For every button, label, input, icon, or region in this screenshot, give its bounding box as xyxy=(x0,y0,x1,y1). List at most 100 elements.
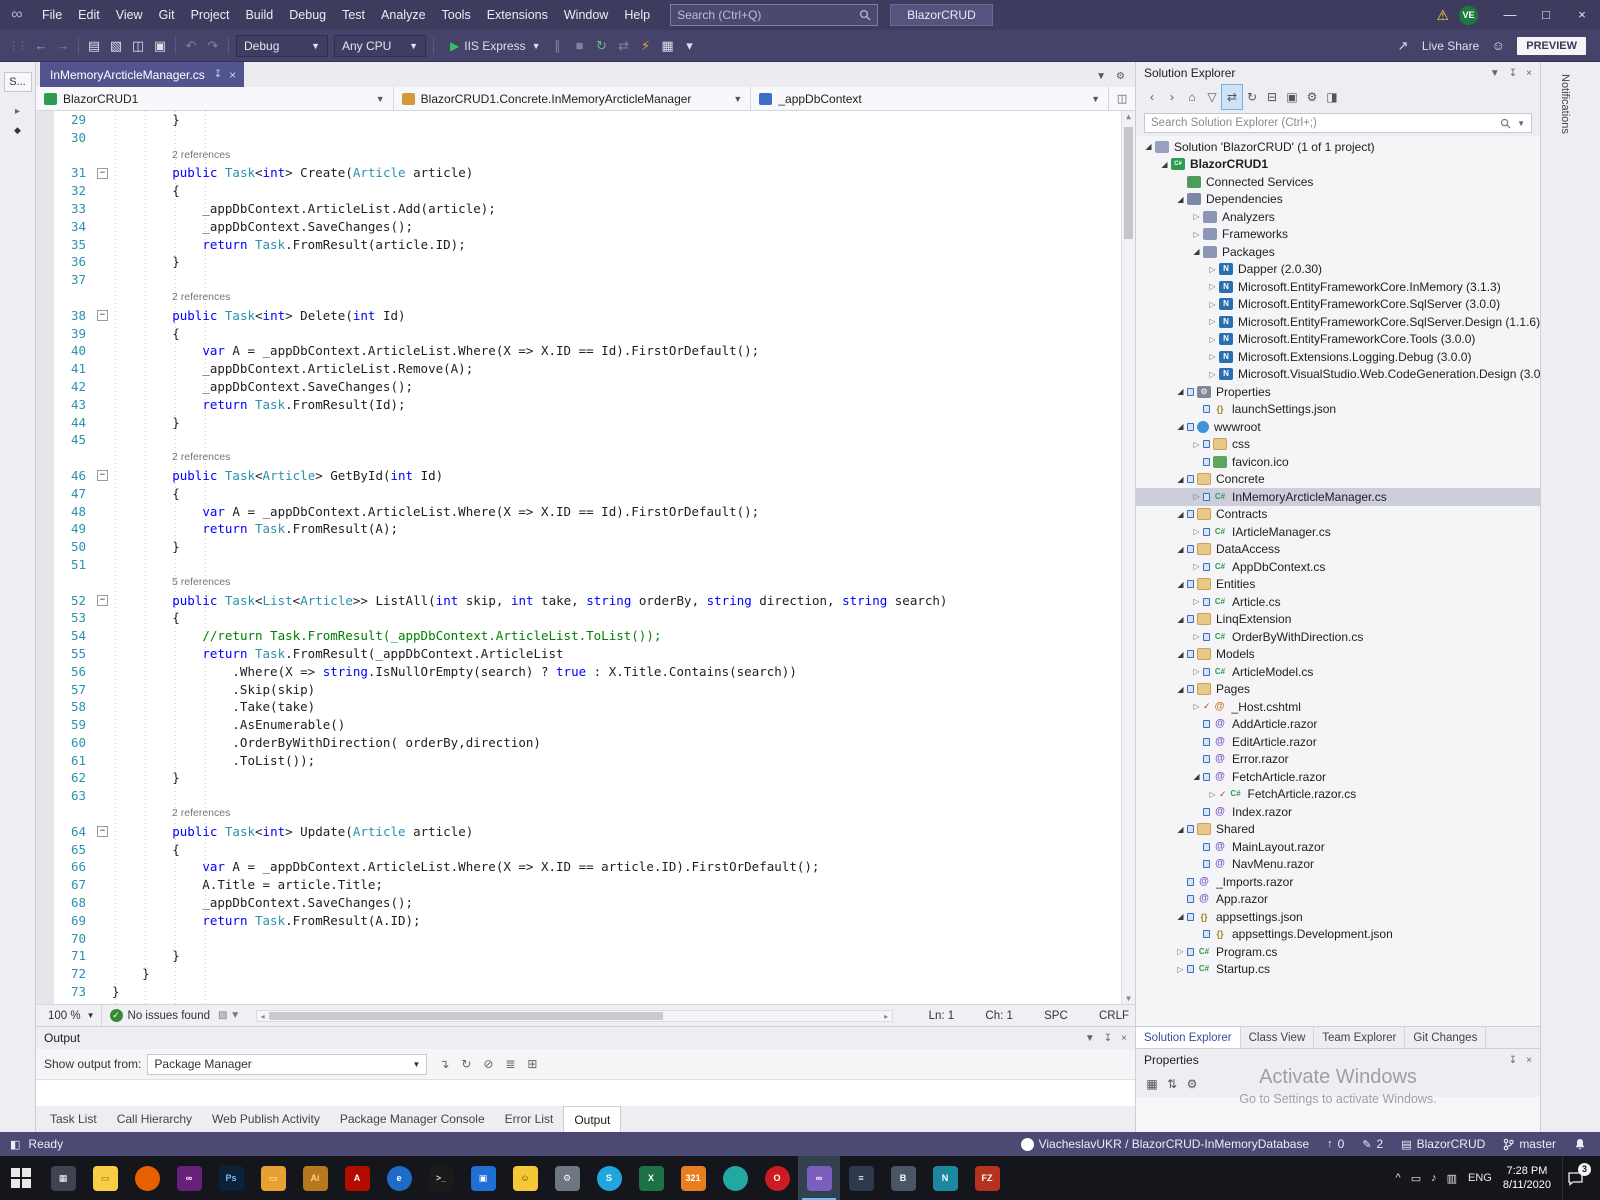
breakpoint-gutter[interactable] xyxy=(36,325,54,343)
tree-item[interactable]: Error.razor xyxy=(1136,751,1540,769)
breakpoint-gutter[interactable] xyxy=(36,253,54,271)
preview-selected-icon[interactable]: ◨ xyxy=(1322,85,1342,109)
clear-all-icon[interactable]: ⊘ xyxy=(477,1052,499,1076)
code-line[interactable]: 40 var A = _appDbContext.ArticleList.Whe… xyxy=(36,342,1135,360)
code-line[interactable]: 41 _appDbContext.ArticleList.Remove(A); xyxy=(36,360,1135,378)
breakpoint-gutter[interactable] xyxy=(36,236,54,254)
breakpoint-gutter[interactable] xyxy=(36,556,54,574)
tree-item[interactable]: ▷ InMemoryArcticleManager.cs xyxy=(1136,488,1540,506)
code-line[interactable]: 69 return Task.FromResult(A.ID); xyxy=(36,912,1135,930)
pin-tab-icon[interactable]: ↧ xyxy=(214,69,222,80)
user-avatar[interactable]: VE xyxy=(1459,5,1478,25)
code-line[interactable]: 60 .OrderByWithDirection( orderBy,direct… xyxy=(36,734,1135,752)
collapse-arrow-icon[interactable]: ◢ xyxy=(1174,650,1187,659)
tray-network-icon[interactable]: ▥ xyxy=(1447,1172,1457,1185)
taskbar-terminal[interactable]: >_ xyxy=(420,1156,462,1200)
chevron-down-icon[interactable]: ▼ xyxy=(1517,119,1525,128)
solution-configuration-dropdown[interactable]: Debug ▼ xyxy=(236,34,328,57)
breakpoint-gutter[interactable] xyxy=(36,627,54,645)
se-tab-git-changes[interactable]: Git Changes xyxy=(1405,1027,1487,1048)
open-file-icon[interactable]: ▧ xyxy=(105,34,127,58)
breakpoint-gutter[interactable] xyxy=(36,271,54,289)
menu-window[interactable]: Window xyxy=(556,0,616,30)
code-line[interactable]: 44 } xyxy=(36,414,1135,432)
pending-changes[interactable]: ✎ 2 xyxy=(1362,1137,1383,1151)
repo-indicator[interactable]: ViacheslavUKR / BlazorCRUD-InMemoryDatab… xyxy=(1020,1137,1309,1151)
split-editor-icon[interactable]: ◫ xyxy=(1109,87,1135,110)
expand-arrow-icon[interactable]: ▷ xyxy=(1174,965,1187,974)
editor-tab[interactable]: InMemoryArcticleManager.cs ↧ × xyxy=(40,62,245,87)
live-share-icon[interactable]: ↗ xyxy=(1392,34,1414,58)
breakpoint-gutter[interactable] xyxy=(36,111,54,129)
taskbar-opera[interactable]: O xyxy=(756,1156,798,1200)
panel-tab-web-publish-activity[interactable]: Web Publish Activity xyxy=(202,1106,330,1132)
breakpoint-gutter[interactable] xyxy=(36,698,54,716)
scrollbar-thumb[interactable] xyxy=(269,1011,663,1020)
taskbar-task-view[interactable]: ▦ xyxy=(42,1156,84,1200)
code-line[interactable]: 55 return Task.FromResult(_appDbContext.… xyxy=(36,645,1135,663)
collapsed-panel-arrow-icon[interactable]: ▸ xyxy=(15,106,20,117)
action-center[interactable]: 3 xyxy=(1562,1156,1596,1200)
taskbar-nuget[interactable]: N xyxy=(924,1156,966,1200)
tree-item[interactable]: ◢ DataAccess xyxy=(1136,541,1540,559)
tree-item[interactable]: App.razor xyxy=(1136,891,1540,909)
tray-display-icon[interactable]: ▭ xyxy=(1411,1172,1421,1185)
breakpoint-gutter[interactable] xyxy=(36,538,54,556)
code-line[interactable]: 43 return Task.FromResult(Id); xyxy=(36,396,1135,414)
code-line[interactable]: 37 xyxy=(36,271,1135,289)
code-line[interactable]: 36 } xyxy=(36,253,1135,271)
panel-tab-error-list[interactable]: Error List xyxy=(495,1106,564,1132)
breakpoint-gutter[interactable] xyxy=(36,823,54,841)
code-line[interactable]: 29 } xyxy=(36,111,1135,129)
output-content[interactable] xyxy=(36,1079,1135,1106)
close-panel-icon[interactable]: × xyxy=(1121,1033,1127,1044)
tree-item[interactable]: ▷ Microsoft.VisualStudio.Web.CodeGenerati… xyxy=(1136,366,1540,384)
taskbar-edge-browser[interactable]: e xyxy=(378,1156,420,1200)
expand-arrow-icon[interactable]: ▷ xyxy=(1206,300,1219,309)
taskbar-blazor-crud-app[interactable]: B xyxy=(882,1156,924,1200)
alert-icon[interactable]: ⚠ xyxy=(1436,7,1449,24)
taskbar-start[interactable] xyxy=(0,1156,42,1200)
tree-item[interactable]: ◢ Solution 'BlazorCRUD' (1 of 1 project) xyxy=(1136,138,1540,156)
collapse-arrow-icon[interactable]: ◢ xyxy=(1158,160,1171,169)
tree-item[interactable]: EditArticle.razor xyxy=(1136,733,1540,751)
breakpoint-gutter[interactable] xyxy=(36,787,54,805)
tree-item[interactable]: ▷ OrderByWithDirection.cs xyxy=(1136,628,1540,646)
property-pages-icon[interactable]: ⚙ xyxy=(1182,1072,1202,1096)
se-forward-icon[interactable]: › xyxy=(1162,85,1182,109)
solution-explorer-search[interactable]: Search Solution Explorer (Ctrl+;) ▼ xyxy=(1136,110,1540,136)
code-line[interactable]: 51 xyxy=(36,556,1135,574)
code-line[interactable]: 42 _appDbContext.SaveChanges(); xyxy=(36,378,1135,396)
tree-item[interactable]: ▷ Microsoft.EntityFrameworkCore.SqlServer… xyxy=(1136,296,1540,314)
breakpoint-gutter[interactable] xyxy=(36,858,54,876)
show-all-files-icon[interactable]: ▣ xyxy=(1282,85,1302,109)
outgoing-commits[interactable]: ↑ 0 xyxy=(1327,1137,1344,1151)
code-line[interactable]: 39 { xyxy=(36,325,1135,343)
tree-item[interactable]: ◢ Contracts xyxy=(1136,506,1540,524)
taskbar-notepad[interactable]: ≡ xyxy=(840,1156,882,1200)
collapse-arrow-icon[interactable]: ◢ xyxy=(1174,685,1187,694)
code-line[interactable]: 70 xyxy=(36,930,1135,948)
collapse-arrow-icon[interactable]: ◢ xyxy=(1174,510,1187,519)
taskbar-firefox[interactable] xyxy=(126,1156,168,1200)
se-tab-class-view[interactable]: Class View xyxy=(1241,1027,1315,1048)
tree-item[interactable]: ▷ Frameworks xyxy=(1136,226,1540,244)
tree-item[interactable]: ▷✓ FetchArticle.razor.cs xyxy=(1136,786,1540,804)
taskbar-photoshop[interactable]: Ps xyxy=(210,1156,252,1200)
tree-item[interactable]: ▷ Analyzers xyxy=(1136,208,1540,226)
tree-item[interactable]: ◢ FetchArticle.razor xyxy=(1136,768,1540,786)
quick-search-input[interactable]: Search (Ctrl+Q) xyxy=(670,4,879,26)
save-icon[interactable]: ◫ xyxy=(127,34,149,58)
tree-item[interactable]: ▷ Startup.cs xyxy=(1136,961,1540,979)
eol-indicator[interactable]: CRLF xyxy=(1099,1010,1129,1022)
collapse-arrow-icon[interactable]: ◢ xyxy=(1174,387,1187,396)
expand-arrow-icon[interactable]: ▷ xyxy=(1206,335,1219,344)
collapse-arrow-icon[interactable]: ◢ xyxy=(1174,580,1187,589)
space-indicator[interactable]: SPC xyxy=(1044,1010,1068,1022)
scroll-up-icon[interactable]: ▲ xyxy=(1122,112,1135,121)
expand-arrow-icon[interactable]: ▷ xyxy=(1190,230,1203,239)
taskbar-filezilla[interactable]: FZ xyxy=(966,1156,1008,1200)
close-panel-icon[interactable]: × xyxy=(1526,1055,1532,1066)
close-tab-icon[interactable]: × xyxy=(229,68,236,82)
breakpoint-gutter[interactable] xyxy=(36,965,54,983)
